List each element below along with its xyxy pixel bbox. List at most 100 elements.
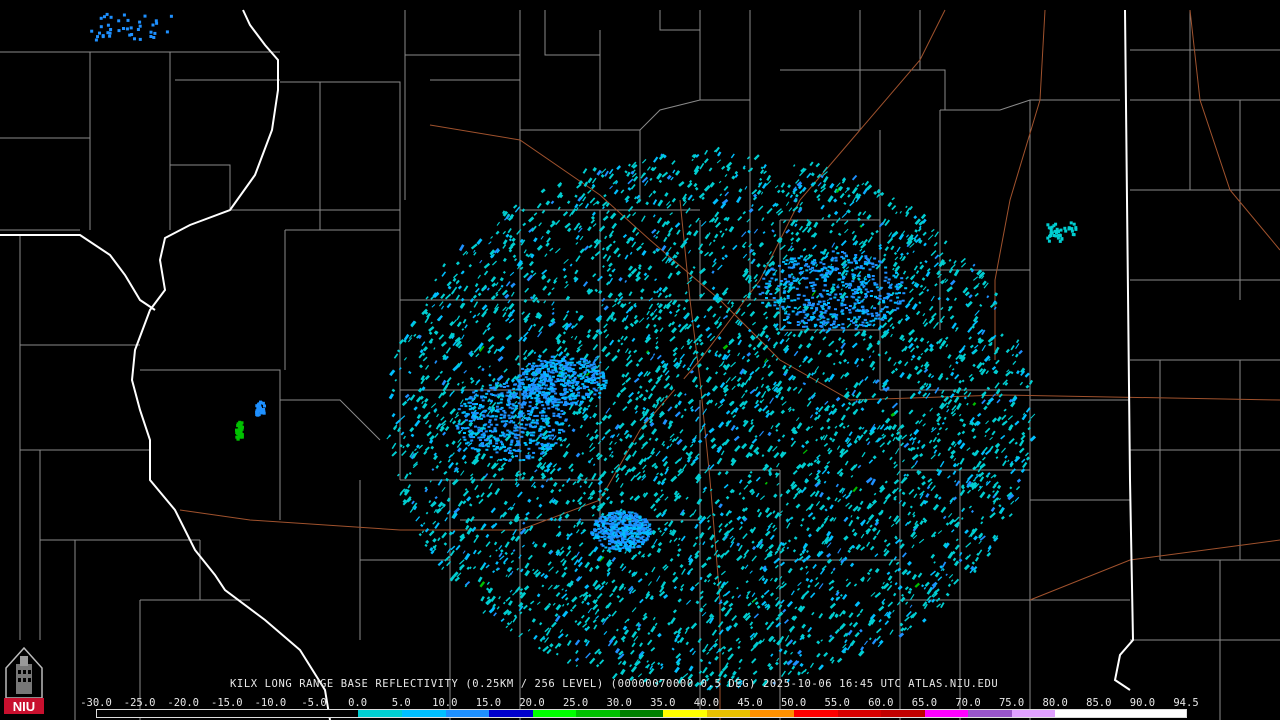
echo-pixel <box>874 591 882 599</box>
echo-pixel <box>778 648 783 653</box>
echo-pixel <box>562 314 568 321</box>
echo-pixel <box>689 443 694 448</box>
echo-pixel <box>429 480 432 483</box>
echo-pixel <box>469 401 472 404</box>
echo-pixel <box>523 403 527 406</box>
echo-pixel <box>578 340 582 345</box>
echo-pixel <box>578 227 583 233</box>
echo-pixel <box>616 433 620 438</box>
echo-pixel <box>797 311 801 314</box>
echo-pixel <box>604 235 608 240</box>
echo-pixel <box>542 285 548 291</box>
echo-pixel <box>561 339 566 344</box>
echo-pixel <box>836 252 840 255</box>
echo-pixel <box>482 436 486 439</box>
echo-pixel <box>591 177 597 184</box>
echo-pixel <box>495 230 500 235</box>
echo-pixel <box>889 286 893 289</box>
echo-pixel <box>851 174 858 181</box>
echo-pixel <box>884 417 891 424</box>
echo-pixel <box>566 200 571 205</box>
echo-pixel <box>736 554 743 562</box>
echo-pixel <box>837 498 842 503</box>
echo-pixel <box>652 199 658 205</box>
echo-pixel <box>855 543 862 551</box>
echo-pixel <box>574 657 580 662</box>
echo-pixel <box>981 399 986 405</box>
echo-pixel <box>783 649 788 655</box>
echo-pixel <box>544 417 548 420</box>
echo-pixel <box>511 237 516 243</box>
echo-pixel <box>991 366 997 371</box>
echo-pixel <box>861 182 865 186</box>
echo-pixel <box>502 270 506 274</box>
echo-pixel <box>505 420 509 423</box>
echo-pixel <box>984 434 987 438</box>
echo-pixel <box>774 564 779 569</box>
echo-pixel <box>857 296 861 299</box>
echo-pixel <box>568 463 574 470</box>
echo-pixel <box>717 621 724 628</box>
echo-pixel <box>740 521 744 525</box>
echo-pixel <box>555 219 561 226</box>
echo-pixel <box>548 431 552 433</box>
echo-pixel <box>508 302 515 310</box>
echo-pixel <box>815 526 821 533</box>
echo-pixel <box>930 250 937 257</box>
echo-pixel <box>882 581 885 585</box>
echo-pixel <box>803 316 807 319</box>
echo-pixel <box>764 481 768 485</box>
echo-pixel <box>829 373 835 381</box>
echo-pixel <box>914 582 920 588</box>
echo-pixel <box>714 655 719 661</box>
echo-pixel <box>432 520 437 525</box>
echo-pixel <box>500 392 504 395</box>
echo-pixel <box>845 406 851 412</box>
echo-pixel <box>996 398 1001 404</box>
echo-pixel <box>575 234 580 240</box>
echo-pixel <box>908 625 913 629</box>
echo-pixel <box>489 387 493 389</box>
echo-pixel <box>821 307 825 310</box>
echo-pixel <box>832 320 836 323</box>
echo-pixel <box>829 297 833 300</box>
echo-pixel <box>468 264 473 268</box>
echo-pixel <box>818 293 822 296</box>
echo-pixel <box>619 482 624 488</box>
echo-pixel <box>824 508 828 512</box>
echo-pixel <box>724 393 727 397</box>
echo-pixel <box>458 244 465 252</box>
echo-pixel <box>557 413 561 415</box>
echo-pixel <box>606 267 611 272</box>
echo-pixel <box>861 280 865 283</box>
echo-pixel <box>953 297 958 301</box>
echo-pixel <box>496 402 500 405</box>
echo-pixel <box>721 165 726 170</box>
echo-pixel <box>913 265 918 271</box>
echo-pixel <box>875 627 882 634</box>
echo-pixel <box>608 273 613 278</box>
echo-pixel <box>601 549 605 553</box>
echo-pixel <box>860 533 865 539</box>
echo-pixel <box>614 441 617 445</box>
echo-pixel <box>840 302 844 305</box>
echo-pixel <box>594 288 599 293</box>
echo-pixel <box>789 194 793 199</box>
echo-pixel <box>878 298 882 301</box>
echo-pixel <box>674 222 681 228</box>
echo-pixel <box>609 339 615 346</box>
echo-pixel <box>948 518 955 526</box>
echo-pixel <box>533 426 537 429</box>
echo-pixel <box>860 300 864 303</box>
echo-pixel <box>503 411 507 414</box>
echo-pixel <box>766 207 773 215</box>
echo-pixel <box>776 482 780 486</box>
echo-pixel <box>796 323 800 326</box>
echo-pixel <box>719 230 723 234</box>
echo-pixel <box>950 263 956 270</box>
echo-pixel <box>876 192 883 198</box>
echo-pixel <box>851 280 855 283</box>
echo-pixel <box>544 253 548 257</box>
echo-pixel <box>886 310 890 313</box>
echo-pixel <box>555 592 561 597</box>
